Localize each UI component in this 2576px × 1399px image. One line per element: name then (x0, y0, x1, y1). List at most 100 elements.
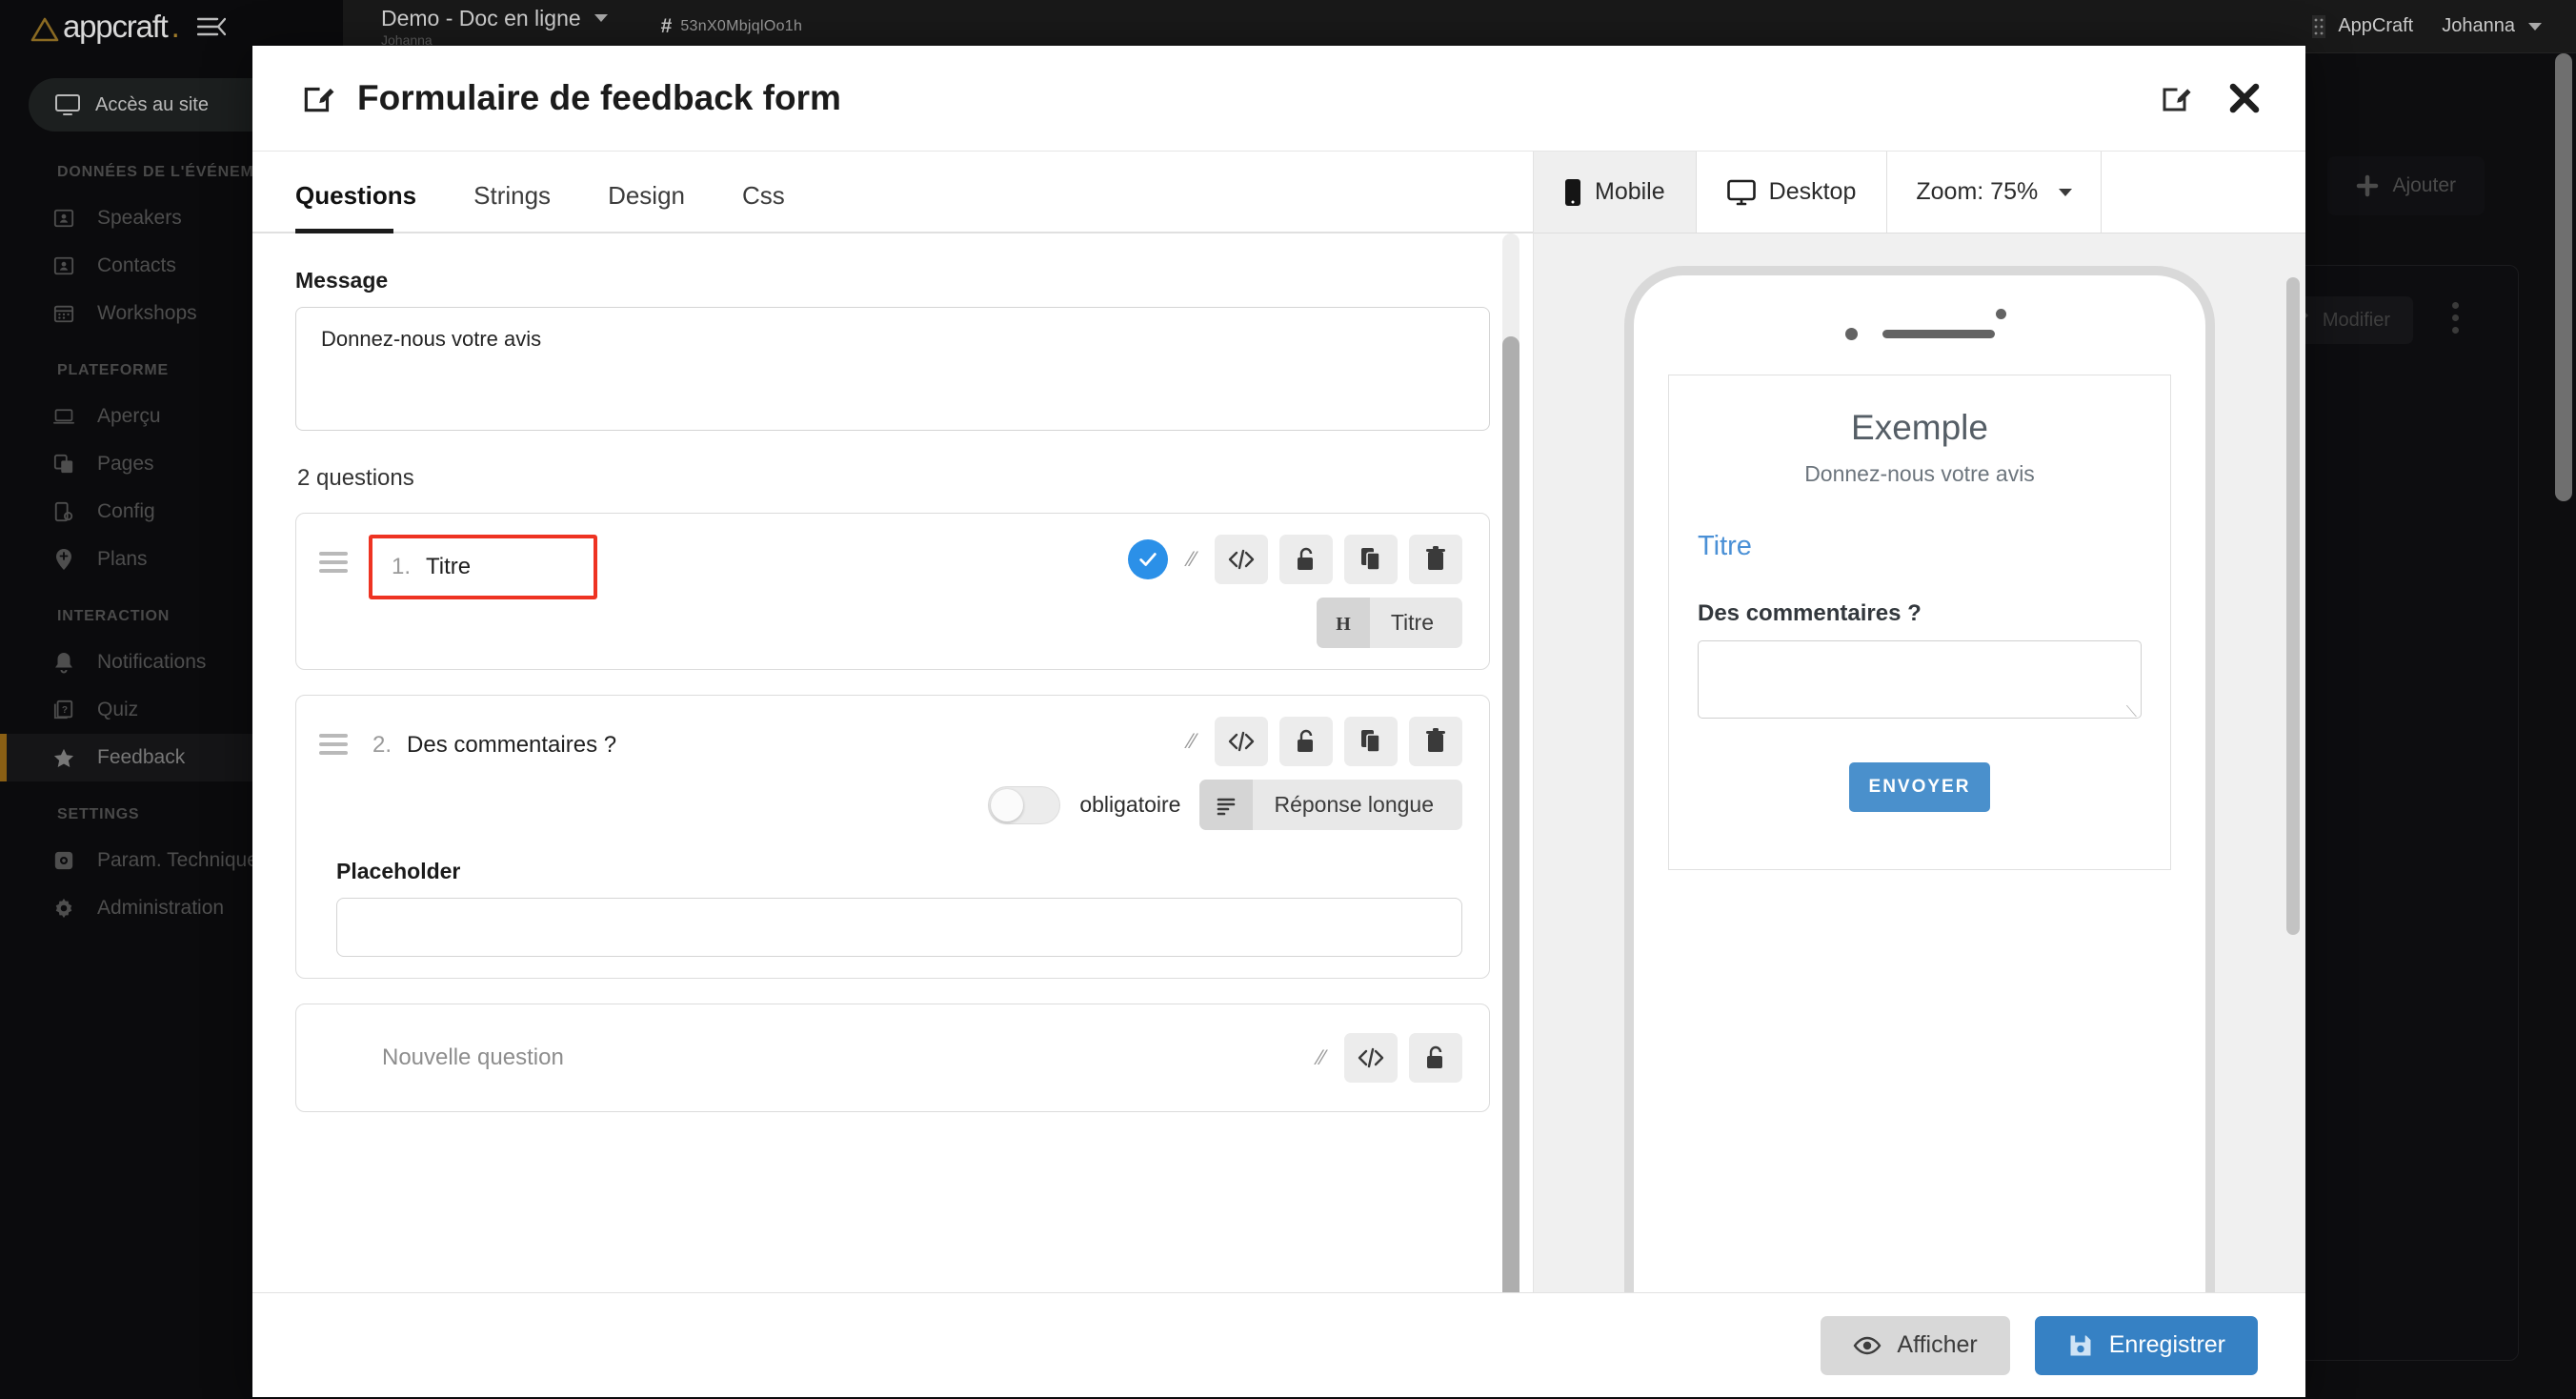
required-toggle[interactable] (988, 785, 1061, 824)
preview-form-card: Exemple Donnez-nous votre avis Titre Des… (1668, 375, 2171, 870)
placeholder-input[interactable] (336, 898, 1462, 957)
feedback-form-modal: Formulaire de feedback form Questions Str… (252, 46, 2305, 1397)
question-enabled-toggle[interactable] (1127, 539, 1168, 579)
phone-frame: Exemple Donnez-nous votre avis Titre Des… (1624, 266, 2215, 1292)
duplicate-icon[interactable] (1344, 535, 1398, 584)
question-number: 1. (392, 554, 412, 579)
preview-mode-desktop-label: Desktop (1768, 178, 1857, 205)
chevron-down-icon (2059, 188, 2073, 196)
sidebar-item-label: Administration (97, 897, 225, 919)
question-title-text: Titre (426, 554, 472, 579)
page-scrollbar[interactable] (2555, 53, 2572, 501)
collapse-sidebar-icon[interactable] (196, 15, 226, 38)
duplicate-icon[interactable] (1344, 717, 1398, 766)
access-site-label: Accès au site (95, 93, 209, 115)
bell-icon (53, 652, 74, 674)
eye-icon (1853, 1335, 1882, 1356)
resize-grip-icon[interactable]: ⁄⁄ (1189, 547, 1196, 572)
question-title-input[interactable]: 1. Titre (369, 535, 597, 599)
org-label: AppCraft (2338, 15, 2414, 36)
add-button-label: Ajouter (2392, 174, 2456, 196)
copy-icon (53, 454, 74, 475)
placeholder-block: Placeholder (319, 859, 1462, 957)
question-type-label: Réponse longue (1253, 780, 1462, 830)
preview-mode-mobile[interactable]: Mobile (1534, 152, 1697, 233)
preview-mode-mobile-label: Mobile (1595, 178, 1665, 205)
save-button[interactable]: Enregistrer (2034, 1315, 2258, 1375)
new-question-card[interactable]: Nouvelle question ⁄⁄ (295, 1004, 1490, 1112)
svg-text:H: H (1336, 614, 1351, 635)
drag-handle-icon[interactable] (319, 717, 348, 755)
question-title-input[interactable]: 2. Des commentaires ? (369, 717, 620, 774)
preview-subtitle: Donnez-nous votre avis (1804, 461, 2035, 486)
unlock-icon[interactable] (1409, 1033, 1462, 1083)
editor-scrollbar-track[interactable] (1502, 233, 1519, 1292)
code-icon[interactable] (1344, 1033, 1398, 1083)
question-card: 2. Des commentaires ? ⁄⁄ obligatoire Rép… (295, 695, 1490, 979)
tab-strings[interactable]: Strings (473, 181, 568, 232)
question-title-text: Des commentaires ? (407, 732, 617, 758)
unlock-icon[interactable] (1279, 535, 1333, 584)
logo-dot: . (171, 9, 180, 44)
editor-panel: Questions Strings Design Css Message Donnez… (252, 152, 1534, 1292)
document-selector[interactable]: Demo - Doc en ligne Johanna (381, 6, 608, 48)
gear-icon (53, 898, 74, 919)
question-type-selector[interactable]: Réponse longue (1199, 780, 1462, 830)
row-overflow-menu-icon[interactable] (2452, 302, 2459, 334)
modal-footer: Afficher Enregistrer (252, 1292, 2305, 1397)
resize-grip-icon[interactable]: ⁄⁄ (1189, 729, 1196, 754)
editor-scrollbar-thumb[interactable] (1502, 336, 1519, 1292)
unlock-icon[interactable] (1279, 717, 1333, 766)
drag-handle-icon[interactable] (319, 535, 348, 573)
preview-textarea[interactable] (1698, 640, 2142, 721)
preview-zoom-selector[interactable]: Zoom: 75% (1887, 152, 2103, 233)
question-count: 2 questions (297, 465, 414, 491)
event-id-value: 53nX0MbjqlOo1h (680, 17, 803, 34)
preview-zoom-label: Zoom: 75% (1916, 178, 2039, 205)
resize-grip-icon[interactable]: ⁄⁄ (1318, 1045, 1325, 1070)
close-icon[interactable] (2227, 81, 2262, 115)
user-menu[interactable]: Johanna (2442, 15, 2542, 37)
preview-submit-button[interactable]: ENVOYER (1849, 762, 1990, 812)
save-button-label: Enregistrer (2108, 1331, 2225, 1358)
calendar-icon (53, 303, 74, 324)
preview-scrollbar-thumb[interactable] (2286, 277, 2300, 935)
preview-stage: Exemple Donnez-nous votre avis Titre Des… (1534, 233, 2305, 1292)
sidebar-item-label: Speakers (97, 207, 182, 229)
code-icon[interactable] (1215, 717, 1268, 766)
delete-icon[interactable] (1409, 717, 1462, 766)
hash-icon: # (660, 14, 673, 37)
org-selector[interactable]: AppCraft (2311, 14, 2413, 39)
delete-icon[interactable] (1409, 535, 1462, 584)
tab-design[interactable]: Design (608, 181, 702, 232)
appcraft-logo[interactable]: appcraft . (30, 10, 180, 42)
sidebar-item-label: Workshops (97, 302, 197, 324)
preview-field-title: Titre (1698, 531, 1752, 561)
sidebar-item-label: Aperçu (97, 405, 161, 427)
long-answer-icon (1199, 780, 1254, 830)
sidebar-item-label: Contacts (97, 254, 176, 276)
add-button[interactable]: Ajouter (2327, 156, 2485, 215)
contact-card-icon (53, 208, 74, 229)
question-card: 1. Titre ⁄⁄ H Titre (295, 513, 1490, 670)
phone-sensor-icon (1996, 309, 2006, 319)
question-type-selector[interactable]: H Titre (1316, 598, 1462, 648)
sidebar-item-label: Pages (97, 453, 154, 475)
editor-scroll-area: Message Donnez-nous votre avis 2 questio… (252, 233, 1533, 1292)
show-button-label: Afficher (1897, 1331, 1978, 1358)
preview-panel: Mobile Desktop Zoom: 75% Exemple Donnez-… (1534, 152, 2305, 1292)
tab-questions[interactable]: Questions (295, 181, 433, 233)
tab-css[interactable]: Css (742, 181, 802, 232)
desktop-icon (1726, 179, 1756, 206)
code-icon[interactable] (1215, 535, 1268, 584)
modal-body: Questions Strings Design Css Message Donnez… (252, 151, 2305, 1292)
message-input[interactable]: Donnez-nous votre avis (295, 307, 1490, 431)
rename-icon[interactable] (2159, 81, 2193, 115)
sidebar-item-label: Quiz (97, 699, 139, 720)
sidebar-item-label: Plans (97, 548, 148, 570)
show-button[interactable]: Afficher (1821, 1315, 2010, 1375)
placeholder-label: Placeholder (336, 859, 461, 883)
building-icon (2311, 14, 2326, 39)
preview-mode-desktop[interactable]: Desktop (1697, 152, 1888, 233)
modal-title: Formulaire de feedback form (357, 78, 841, 117)
